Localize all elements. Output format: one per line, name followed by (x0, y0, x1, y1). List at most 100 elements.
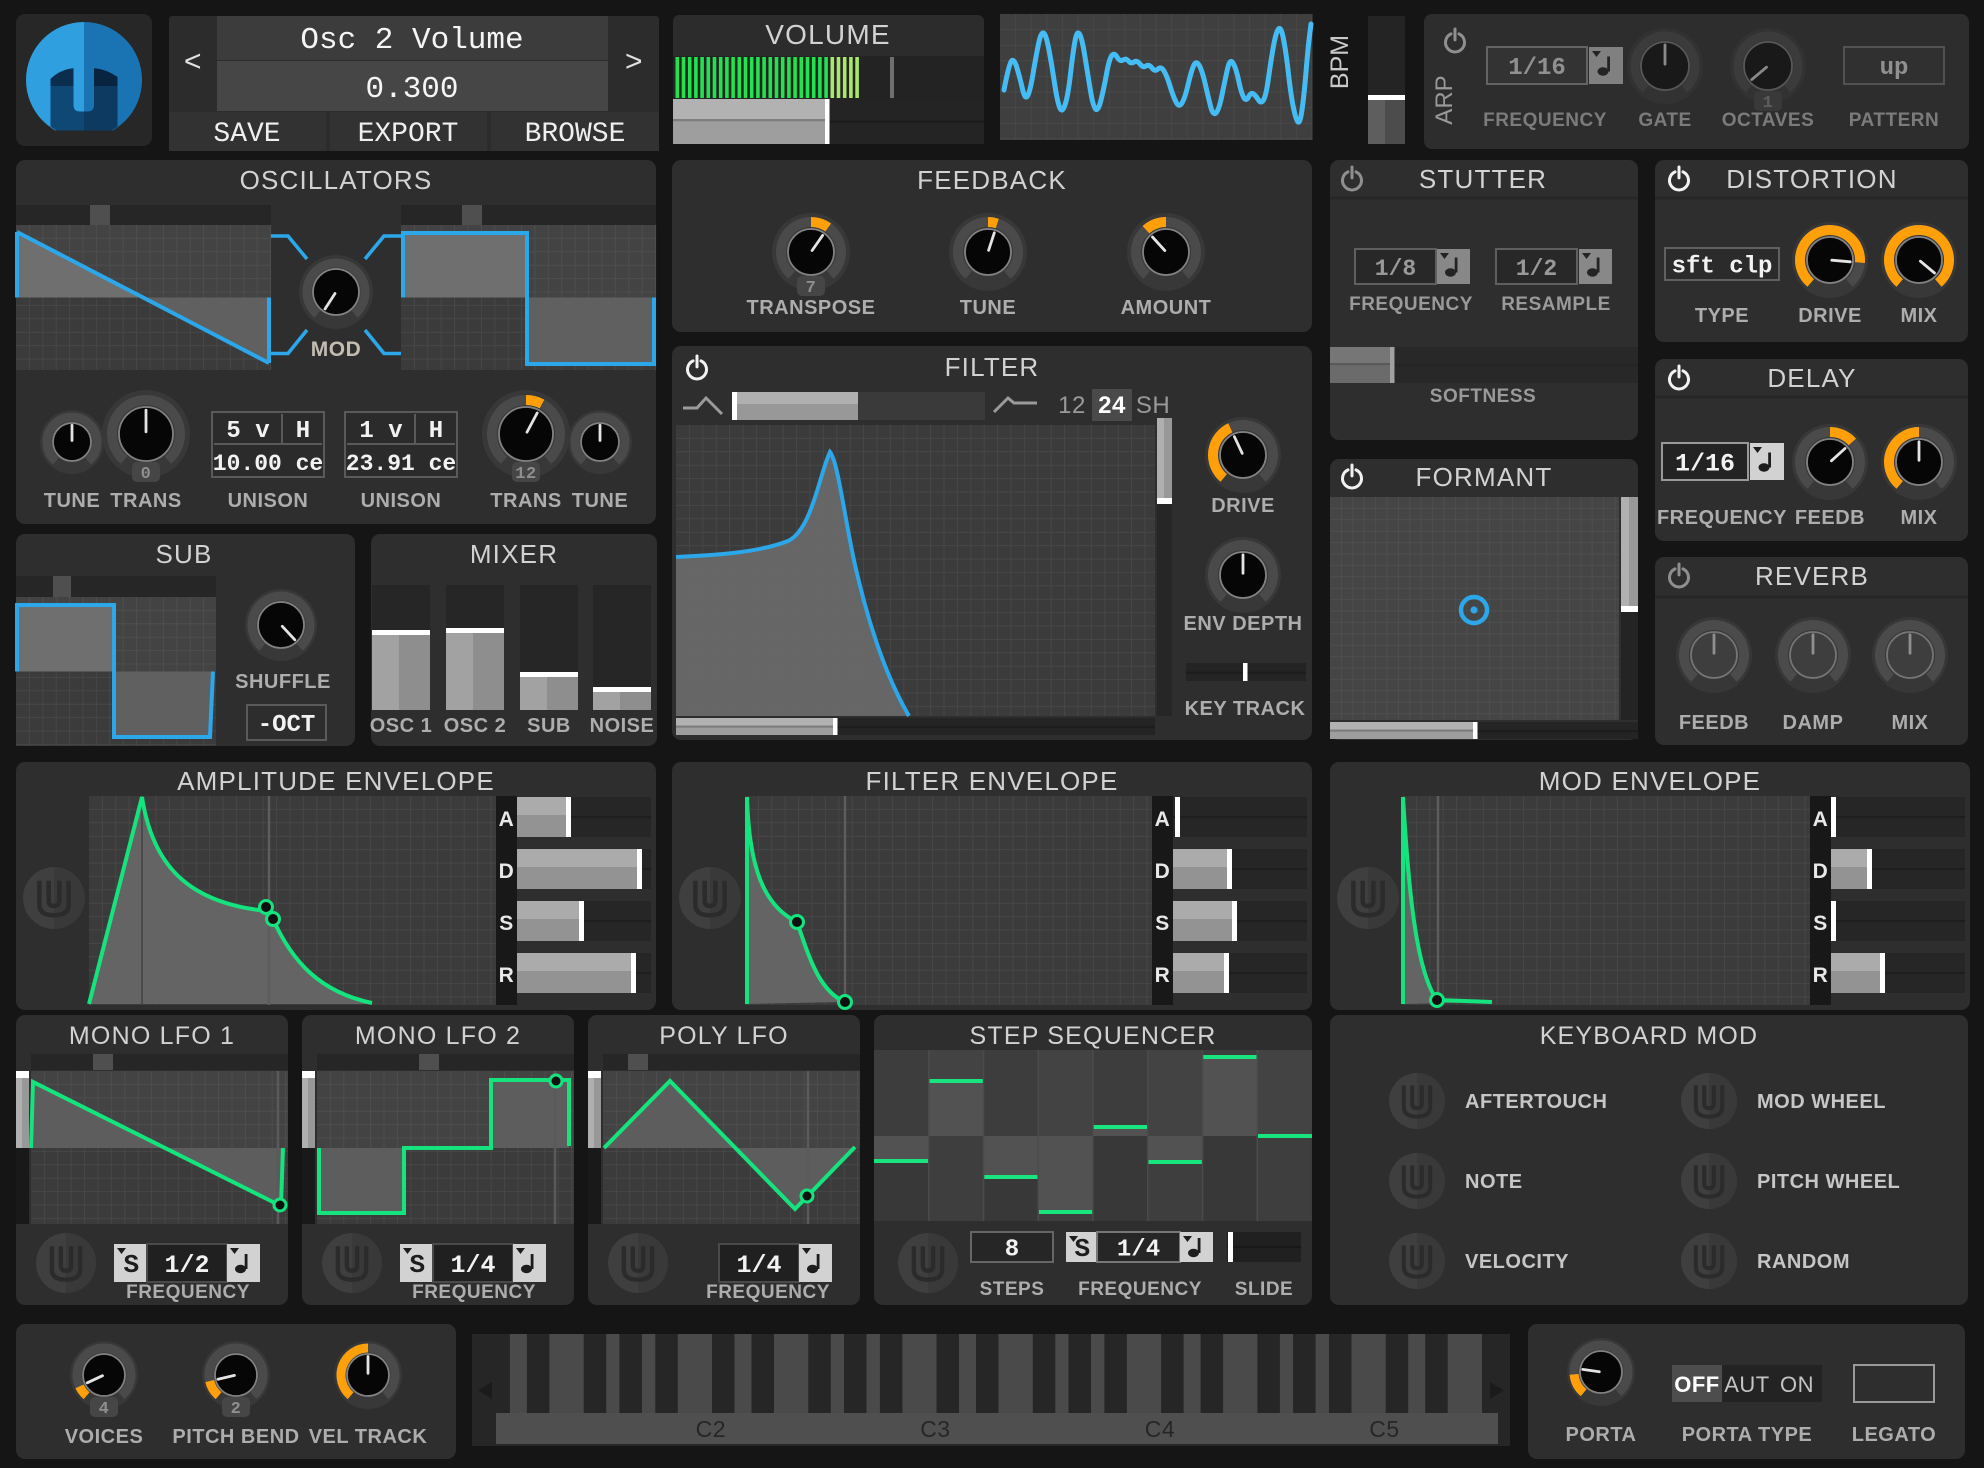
svg-text:4: 4 (99, 1400, 110, 1419)
svg-text:DELAY: DELAY (1767, 363, 1856, 393)
svg-text:AMOUNT: AMOUNT (1121, 297, 1212, 319)
svg-text:TRANS: TRANS (110, 490, 181, 512)
svg-text:1/8: 1/8 (1375, 256, 1416, 282)
svg-text:FREQUENCY: FREQUENCY (1657, 507, 1787, 529)
svg-text:ON: ON (1780, 1372, 1814, 1397)
svg-text:PITCH BEND: PITCH BEND (172, 1426, 299, 1448)
svg-text:PITCH WHEEL: PITCH WHEEL (1757, 1171, 1900, 1193)
svg-text:REVERB: REVERB (1755, 561, 1869, 591)
svg-text:Osc 2 Volume: Osc 2 Volume (300, 23, 523, 58)
svg-text:FREQUENCY: FREQUENCY (412, 1282, 536, 1303)
svg-text:1/16: 1/16 (1675, 450, 1735, 479)
svg-text:FREQUENCY: FREQUENCY (1483, 110, 1607, 131)
svg-text:MONO LFO 2: MONO LFO 2 (355, 1022, 521, 1050)
svg-text:C3: C3 (920, 1416, 950, 1442)
svg-text:UNISON: UNISON (361, 490, 442, 512)
svg-text:EXPORT: EXPORT (358, 119, 459, 150)
svg-text:S: S (1155, 912, 1170, 935)
svg-text:C2: C2 (696, 1416, 726, 1442)
svg-text:C4: C4 (1145, 1416, 1175, 1442)
svg-text:<: < (184, 47, 203, 81)
svg-text:PORTA TYPE: PORTA TYPE (1682, 1424, 1813, 1446)
svg-text:R: R (499, 964, 515, 987)
svg-text:A: A (1813, 808, 1829, 831)
svg-text:A: A (499, 808, 515, 831)
svg-text:TRANS: TRANS (490, 490, 561, 512)
svg-text:up: up (1880, 55, 1909, 82)
svg-text:SH: SH (1136, 392, 1170, 419)
svg-text:MIX: MIX (1891, 712, 1928, 734)
svg-text:SUB: SUB (155, 539, 212, 569)
svg-text:PORTA: PORTA (1565, 1424, 1636, 1446)
svg-text:DISTORTION: DISTORTION (1726, 164, 1897, 194)
svg-text:C5: C5 (1369, 1416, 1399, 1442)
svg-text:-OCT: -OCT (258, 712, 316, 739)
svg-text:AUT: AUT (1724, 1372, 1770, 1397)
svg-text:8: 8 (1005, 1237, 1019, 1264)
svg-text:OSC 1: OSC 1 (370, 715, 433, 737)
svg-text:FREQUENCY: FREQUENCY (1349, 294, 1473, 315)
svg-text:5 v: 5 v (226, 418, 269, 445)
svg-text:R: R (1813, 964, 1829, 987)
svg-text:MOD: MOD (311, 338, 362, 361)
svg-text:OSCILLATORS: OSCILLATORS (240, 165, 433, 195)
svg-text:POLY LFO: POLY LFO (659, 1022, 789, 1050)
svg-text:S: S (499, 912, 514, 935)
svg-text:STUTTER: STUTTER (1419, 164, 1547, 194)
svg-text:2: 2 (231, 1400, 242, 1419)
svg-text:1/2: 1/2 (164, 1251, 209, 1280)
svg-text:1/2: 1/2 (1516, 256, 1557, 282)
svg-text:ENV DEPTH: ENV DEPTH (1184, 613, 1303, 635)
svg-text:OFF: OFF (1674, 1372, 1720, 1397)
svg-text:TYPE: TYPE (1695, 305, 1749, 327)
svg-text:STEPS: STEPS (980, 1279, 1045, 1300)
svg-text:1 v: 1 v (359, 418, 402, 445)
svg-text:SAVE: SAVE (213, 119, 280, 150)
svg-text:H: H (296, 418, 310, 445)
svg-text:DRIVE: DRIVE (1211, 495, 1275, 517)
svg-text:UNISON: UNISON (228, 490, 309, 512)
svg-text:FORMANT: FORMANT (1416, 462, 1553, 492)
svg-text:AMPLITUDE ENVELOPE: AMPLITUDE ENVELOPE (177, 766, 495, 796)
svg-text:S: S (123, 1250, 139, 1280)
svg-text:SHUFFLE: SHUFFLE (235, 671, 331, 693)
svg-text:OCTAVES: OCTAVES (1722, 110, 1815, 131)
svg-text:NOTE: NOTE (1465, 1171, 1523, 1193)
svg-text:TRANSPOSE: TRANSPOSE (747, 297, 876, 319)
svg-text:D: D (1813, 860, 1829, 883)
svg-text:MOD ENVELOPE: MOD ENVELOPE (1539, 766, 1761, 796)
svg-text:D: D (499, 860, 515, 883)
svg-text:BPM: BPM (1326, 35, 1354, 89)
svg-text:1/4: 1/4 (736, 1251, 781, 1280)
svg-text:MIX: MIX (1900, 507, 1937, 529)
svg-text:SLIDE: SLIDE (1235, 1279, 1293, 1300)
svg-text:VOLUME: VOLUME (765, 19, 890, 50)
svg-text:>: > (625, 47, 644, 81)
svg-text:MONO LFO 1: MONO LFO 1 (69, 1022, 235, 1050)
svg-text:12: 12 (515, 465, 536, 484)
svg-text:TUNE: TUNE (572, 490, 628, 512)
svg-text:12: 12 (1058, 392, 1086, 419)
svg-text:H: H (429, 418, 443, 445)
svg-text:KEYBOARD MOD: KEYBOARD MOD (1540, 1022, 1759, 1050)
svg-text:S: S (1813, 912, 1828, 935)
svg-text:TUNE: TUNE (44, 490, 100, 512)
svg-text:24: 24 (1098, 392, 1126, 419)
svg-text:0: 0 (141, 465, 152, 484)
svg-text:MOD WHEEL: MOD WHEEL (1757, 1091, 1886, 1113)
svg-text:AFTERTOUCH: AFTERTOUCH (1465, 1091, 1607, 1113)
svg-text:7: 7 (806, 279, 817, 298)
svg-text:sft clp: sft clp (1672, 254, 1773, 281)
svg-text:D: D (1155, 860, 1171, 883)
svg-text:FILTER ENVELOPE: FILTER ENVELOPE (865, 766, 1118, 796)
svg-text:A: A (1155, 808, 1171, 831)
svg-text:STEP SEQUENCER: STEP SEQUENCER (970, 1022, 1217, 1050)
svg-text:VEL TRACK: VEL TRACK (309, 1426, 428, 1448)
svg-text:OSC 2: OSC 2 (444, 715, 507, 737)
svg-text:1/4: 1/4 (1117, 1237, 1160, 1264)
svg-text:FEEDB: FEEDB (1679, 712, 1749, 734)
svg-text:VELOCITY: VELOCITY (1465, 1251, 1569, 1273)
svg-text:1/4: 1/4 (450, 1251, 495, 1280)
svg-text:BROWSE: BROWSE (525, 119, 626, 150)
svg-text:FEEDBACK: FEEDBACK (917, 165, 1067, 195)
